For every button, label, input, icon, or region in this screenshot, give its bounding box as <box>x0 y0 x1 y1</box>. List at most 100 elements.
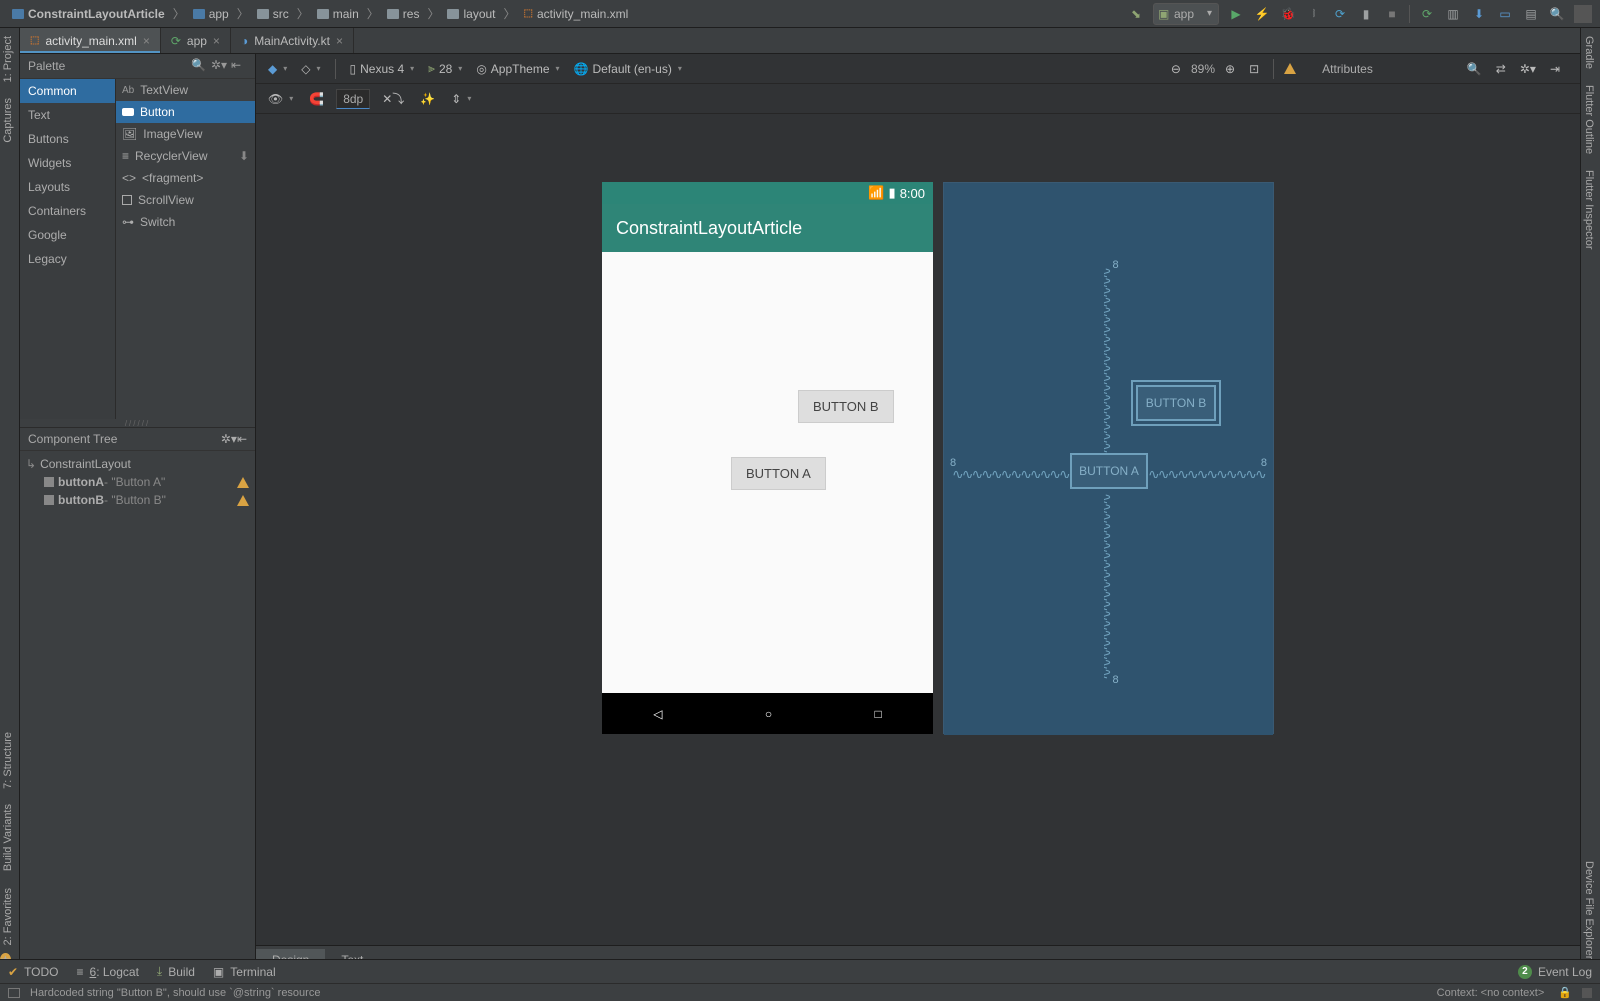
palette-category-legacy[interactable]: Legacy <box>20 247 115 271</box>
search-icon[interactable]: 🔍 <box>1463 60 1486 78</box>
close-tab-icon[interactable]: × <box>143 34 150 48</box>
palette-category-text[interactable]: Text <box>20 103 115 127</box>
avd-manager-icon[interactable]: ⬇ <box>1470 5 1488 23</box>
breadcrumb-layout[interactable]: layout <box>443 5 499 23</box>
device-explorer-tool-label[interactable]: Device File Explorer <box>1581 853 1597 967</box>
todo-tool[interactable]: ✔TODO <box>8 965 59 979</box>
design-canvas[interactable]: 📶 ▮ 8:00 ConstraintLayoutArticle BUTTON … <box>256 114 1580 945</box>
palette-item-recyclerview[interactable]: ≡RecyclerView⬇ <box>116 145 255 167</box>
run-config-selector[interactable]: ▣ app <box>1153 3 1219 25</box>
gradle-tool-label[interactable]: Gradle <box>1581 28 1597 77</box>
palette-category-common[interactable]: Common <box>20 79 115 103</box>
breadcrumb-main[interactable]: main <box>313 5 363 23</box>
device-content-area[interactable]: BUTTON B BUTTON A <box>602 252 933 693</box>
palette-item-button[interactable]: Button <box>116 101 255 123</box>
avd-icon[interactable]: ▮ <box>1357 5 1375 23</box>
debug-icon[interactable]: 🐞 <box>1279 5 1297 23</box>
run-icon[interactable]: ▶ <box>1227 5 1245 23</box>
preview-button-a[interactable]: BUTTON A <box>731 457 826 490</box>
pack-btn[interactable]: ⇕▾ <box>447 90 475 108</box>
close-tab-icon[interactable]: × <box>213 34 220 48</box>
breadcrumb-project[interactable]: ConstraintLayoutArticle <box>8 5 169 23</box>
design-surface-btn[interactable]: ◆▾ <box>264 60 291 78</box>
memory-indicator[interactable] <box>1582 988 1592 998</box>
build-hammer-icon[interactable]: ⬊ <box>1127 5 1145 23</box>
project-tool-label[interactable]: 1: Project <box>0 28 16 90</box>
palette-item-imageview[interactable]: 🖼ImageView <box>116 123 255 145</box>
tab-main-activity-kt[interactable]: ◑ MainActivity.kt × <box>231 28 354 53</box>
locale-selector[interactable]: 🌐 Default (en-us)▾ <box>570 60 686 78</box>
warning-icon[interactable] <box>237 495 249 506</box>
blueprint-button-b[interactable]: BUTTON B <box>1136 385 1216 421</box>
structure-tool-label[interactable]: 7: Structure <box>0 724 16 797</box>
palette-item-switch[interactable]: ⊶Switch <box>116 211 255 233</box>
device-selector[interactable]: ▯ Nexus 4▾ <box>346 60 419 78</box>
default-margin-input[interactable]: 8dp <box>336 89 370 109</box>
tree-item-buttona[interactable]: buttonA- "Button A" <box>20 473 255 491</box>
tab-activity-main-xml[interactable]: ⬚ activity_main.xml × <box>20 28 161 53</box>
blueprint-content[interactable]: 8 8 8 8 BUTTON B BUTTON A <box>944 253 1273 694</box>
palette-item-textview[interactable]: AbTextView <box>116 79 255 101</box>
tree-item-buttonb[interactable]: buttonB- "Button B" <box>20 491 255 509</box>
palette-item-scrollview[interactable]: ScrollView <box>116 189 255 211</box>
lock-icon[interactable]: 🔒 <box>1558 986 1572 999</box>
zoom-fit-btn[interactable]: ⊡ <box>1245 60 1263 78</box>
zoom-in-btn[interactable]: ⊕ <box>1221 60 1239 78</box>
warnings-icon[interactable] <box>1284 63 1296 74</box>
profiler-icon[interactable]: ⧘ <box>1305 5 1323 23</box>
build-tool[interactable]: ⤓Build <box>157 964 195 979</box>
layout-inspector-icon[interactable]: ▭ <box>1496 5 1514 23</box>
tab-app[interactable]: ⟳ app × <box>161 28 231 53</box>
event-log-tool[interactable]: 2Event Log <box>1518 965 1592 979</box>
api-selector[interactable]: ⫸ 28▾ <box>424 59 466 78</box>
palette-category-buttons[interactable]: Buttons <box>20 127 115 151</box>
build-variants-tool-label[interactable]: Build Variants <box>0 796 16 879</box>
swap-icon[interactable]: ⇄ <box>1492 60 1510 78</box>
autoconnect-btn[interactable]: 🧲 <box>305 90 328 108</box>
gear-icon[interactable]: ✲▾ <box>211 58 227 74</box>
breadcrumb-src[interactable]: src <box>253 5 293 23</box>
theme-selector[interactable]: ◎ AppTheme▾ <box>472 60 563 78</box>
captures-tool-label[interactable]: Captures <box>0 90 16 151</box>
download-icon[interactable]: ⬇ <box>239 149 249 163</box>
tool-windows-icon[interactable] <box>8 988 20 998</box>
gear-icon[interactable]: ✲▾ <box>1516 60 1540 78</box>
zoom-out-btn[interactable]: ⊖ <box>1167 60 1185 78</box>
collapse-icon[interactable]: ⇥ <box>1546 60 1564 78</box>
preview-button-b[interactable]: BUTTON B <box>798 390 894 423</box>
sdk-manager-icon[interactable]: ▥ <box>1444 5 1462 23</box>
orientation-btn[interactable]: ◇▾ <box>297 60 324 78</box>
palette-category-containers[interactable]: Containers <box>20 199 115 223</box>
terminal-tool[interactable]: ▣Terminal <box>213 965 276 979</box>
favorites-tool-label[interactable]: 2: Favorites <box>0 880 16 953</box>
stop-icon[interactable]: ■ <box>1383 5 1401 23</box>
apply-changes-icon[interactable]: ⚡ <box>1253 5 1271 23</box>
palette-item-fragment[interactable]: <><fragment> <box>116 167 255 189</box>
collapse-icon[interactable]: ⇤ <box>237 432 247 446</box>
breadcrumb-app[interactable]: app <box>189 5 233 23</box>
breadcrumb-res[interactable]: res <box>383 5 424 23</box>
palette-category-widgets[interactable]: Widgets <box>20 151 115 175</box>
user-icon[interactable] <box>1574 5 1592 23</box>
breadcrumb-file[interactable]: ⬚activity_main.xml <box>520 5 633 23</box>
panel-resizer[interactable]: ////// <box>20 419 255 427</box>
logcat-tool[interactable]: ≡6: Logcat <box>77 965 139 979</box>
search-icon[interactable]: 🔍 <box>191 58 207 74</box>
flutter-inspector-tool-label[interactable]: Flutter Inspector <box>1581 162 1597 257</box>
attach-debugger-icon[interactable]: ⟳ <box>1331 5 1349 23</box>
palette-category-layouts[interactable]: Layouts <box>20 175 115 199</box>
collapse-icon[interactable]: ⇤ <box>231 58 247 74</box>
sync-icon[interactable]: ⟳ <box>1418 5 1436 23</box>
blueprint-button-a[interactable]: BUTTON A <box>1070 453 1148 489</box>
tree-root-constraintlayout[interactable]: ↳ConstraintLayout <box>20 455 255 473</box>
close-tab-icon[interactable]: × <box>336 34 343 48</box>
clear-constraints-btn[interactable]: ✕⤵ <box>378 88 408 109</box>
infer-constraints-btn[interactable]: ✨ <box>416 90 439 108</box>
project-structure-icon[interactable]: ▤ <box>1522 5 1540 23</box>
blueprint-view[interactable]: 8 8 8 8 BUTTON B BUTTON A <box>943 182 1274 734</box>
gear-icon[interactable]: ✲▾ <box>221 432 237 446</box>
search-everywhere-icon[interactable]: 🔍 <box>1548 5 1566 23</box>
view-options-btn[interactable]: 👁▾ <box>264 90 297 108</box>
warning-icon[interactable] <box>237 477 249 488</box>
palette-category-google[interactable]: Google <box>20 223 115 247</box>
